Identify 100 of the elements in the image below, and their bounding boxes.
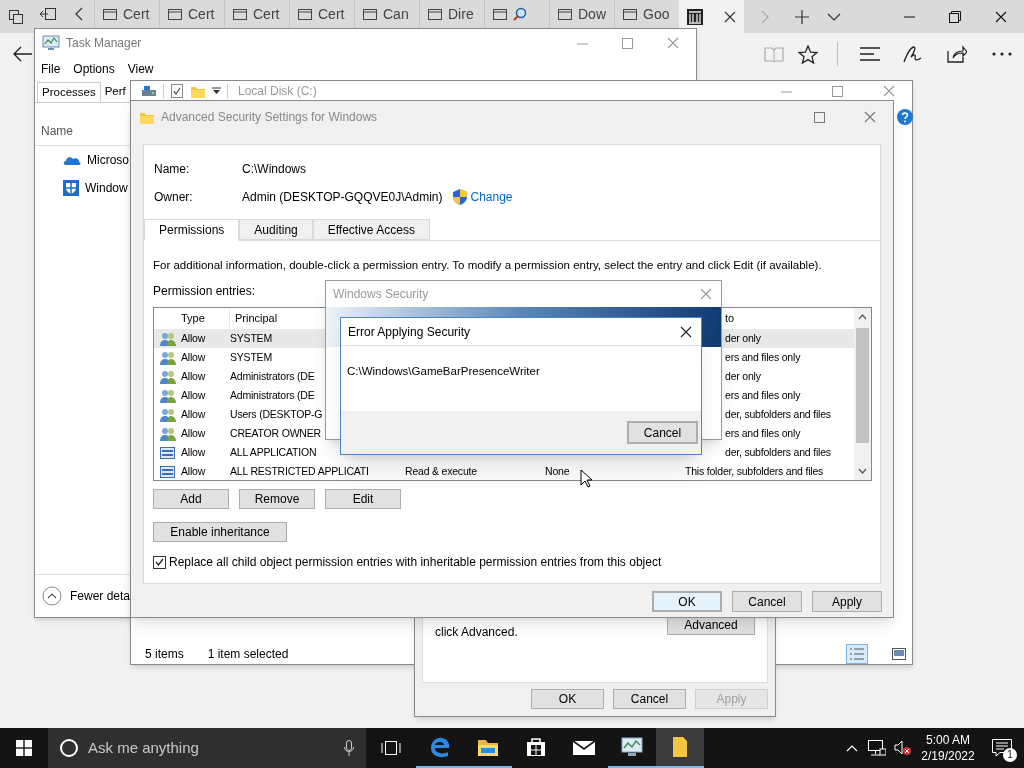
table-cell-text: This folder, subfolders and files [685, 463, 824, 479]
field-value: C:\Windows [242, 161, 306, 178]
table-cell: Allow [181, 426, 206, 439]
tab[interactable]: Auditing [239, 219, 313, 240]
tab[interactable]: Effective Access [312, 219, 430, 240]
chevron-down-icon[interactable] [858, 468, 867, 474]
maximize-icon[interactable] [621, 37, 633, 49]
windows-logo-icon[interactable] [16, 740, 32, 756]
column-header: to [725, 311, 735, 327]
pillars-icon [687, 8, 703, 25]
scroll-thumb[interactable] [856, 328, 869, 443]
maximize-icon[interactable] [813, 111, 825, 123]
search-field[interactable]: Ask me anything [48, 728, 366, 768]
dialog-button[interactable]: OK [531, 689, 604, 709]
stacked-windows-icon[interactable] [9, 9, 23, 24]
checked-page-icon[interactable] [170, 84, 184, 98]
table-cell: Administrators (DE [230, 369, 315, 382]
dialog-button[interactable]: Cancel [613, 689, 686, 709]
dialog-button[interactable]: OK [652, 591, 722, 612]
clock-date: 2/19/2022 [921, 748, 975, 764]
dialog-button[interactable]: Add [153, 489, 229, 509]
tab-page-icon [558, 8, 572, 20]
scrollbar[interactable] [854, 308, 871, 480]
pen-icon[interactable] [902, 44, 922, 64]
drive-icon [141, 85, 157, 97]
back-arrow-icon[interactable] [12, 46, 32, 62]
cancel-button[interactable]: Cancel [627, 421, 698, 444]
more-icon[interactable] [992, 52, 1012, 56]
search-placeholder: Ask me anything [88, 737, 199, 758]
column-header: Name [41, 123, 73, 140]
table-cell: Allow [181, 388, 206, 401]
help-icon[interactable] [897, 109, 913, 125]
column-header: Principal [234, 311, 279, 327]
lines-icon[interactable] [860, 47, 880, 61]
table-cell-text: ers and files only [725, 349, 801, 365]
chevron-up-circle-icon[interactable] [42, 586, 62, 606]
tab[interactable]: Processes [37, 82, 101, 102]
clock-time: 5:00 AM [926, 732, 970, 748]
close-icon[interactable] [680, 325, 692, 338]
table-cell: CREATOR OWNER [230, 426, 321, 439]
restore-icon[interactable] [949, 10, 961, 23]
checkmark-icon [155, 558, 164, 566]
folder-icon [672, 736, 688, 758]
caret-up-icon[interactable] [846, 744, 858, 752]
table-cell: Allow [181, 369, 206, 382]
enable-inheritance-button[interactable]: Enable inheritance [153, 522, 287, 542]
chevron-left-icon[interactable] [75, 7, 83, 21]
window-title: Windows Security [333, 286, 429, 303]
field-label: Permission entries: [153, 283, 256, 299]
dialog-button[interactable]: Edit [325, 489, 401, 509]
checkbox-label[interactable]: Replace all child object permission entries with inheritable permission entries from this object [169, 553, 662, 571]
dialog-button[interactable]: Apply [812, 591, 882, 612]
task-view-icon[interactable] [381, 741, 401, 755]
table-cell-text: ers and files only [725, 425, 801, 441]
tab[interactable]: Permissions [144, 219, 240, 241]
maximize-icon[interactable] [831, 85, 843, 97]
dialog-button[interactable]: Cancel [732, 591, 802, 612]
close-icon[interactable] [724, 10, 736, 23]
table-cell: None [545, 464, 570, 477]
users-icon [158, 387, 177, 404]
window-title: Local Disk (C:) [238, 83, 317, 100]
menu-item[interactable]: View [127, 60, 154, 78]
plus-icon[interactable] [795, 9, 809, 24]
dialog-button[interactable]: Remove [239, 489, 315, 509]
cloud-icon [63, 154, 81, 166]
package-icon [159, 444, 176, 461]
share-icon[interactable] [947, 45, 967, 63]
note-text: click Advanced. [435, 625, 518, 639]
taskbar-app[interactable] [656, 728, 704, 768]
field-value: Admin (DESKTOP-GQQVE0J\Admin) [242, 189, 443, 206]
menu-item[interactable]: Options [73, 60, 115, 78]
table-cell: ALL APPLICATION [230, 445, 317, 458]
set-aside-tabs-icon[interactable] [40, 8, 56, 20]
chevron-up-icon[interactable] [858, 314, 867, 320]
menu-item[interactable]: File [41, 60, 61, 78]
dialog-title: Error Applying Security [348, 323, 471, 341]
microphone-icon[interactable] [344, 740, 354, 756]
thumbnails-view-icon[interactable] [892, 648, 906, 660]
tab-page-icon [298, 8, 312, 20]
checkbox[interactable] [153, 555, 166, 569]
browser-tab[interactable] [679, 0, 744, 33]
chevron-down-icon[interactable] [827, 12, 841, 21]
search-icon [513, 7, 527, 21]
table-cell-text: ers and files only [725, 387, 801, 403]
network-icon[interactable] [868, 740, 886, 756]
folder-icon [477, 737, 499, 757]
close-icon[interactable] [995, 10, 1007, 23]
table-cell-text: der, subfolders and files [725, 444, 831, 460]
message-text: C:\Windows\GameBarPresenceWriter [347, 365, 540, 377]
process-name[interactable]: Microso [87, 151, 129, 169]
star-icon[interactable] [798, 44, 818, 64]
table-cell: ALL RESTRICTED APPLICATI [230, 464, 369, 477]
column-header: Type [181, 310, 230, 327]
process-name[interactable]: Window [85, 179, 128, 197]
speaker-muted-icon[interactable] [894, 740, 912, 756]
change-link[interactable]: Change [470, 188, 513, 206]
dropdown-icon[interactable] [212, 87, 221, 95]
notifications-button[interactable]: 1 [980, 728, 1024, 768]
tab[interactable]: Perf [100, 82, 126, 102]
users-icon [158, 368, 177, 385]
